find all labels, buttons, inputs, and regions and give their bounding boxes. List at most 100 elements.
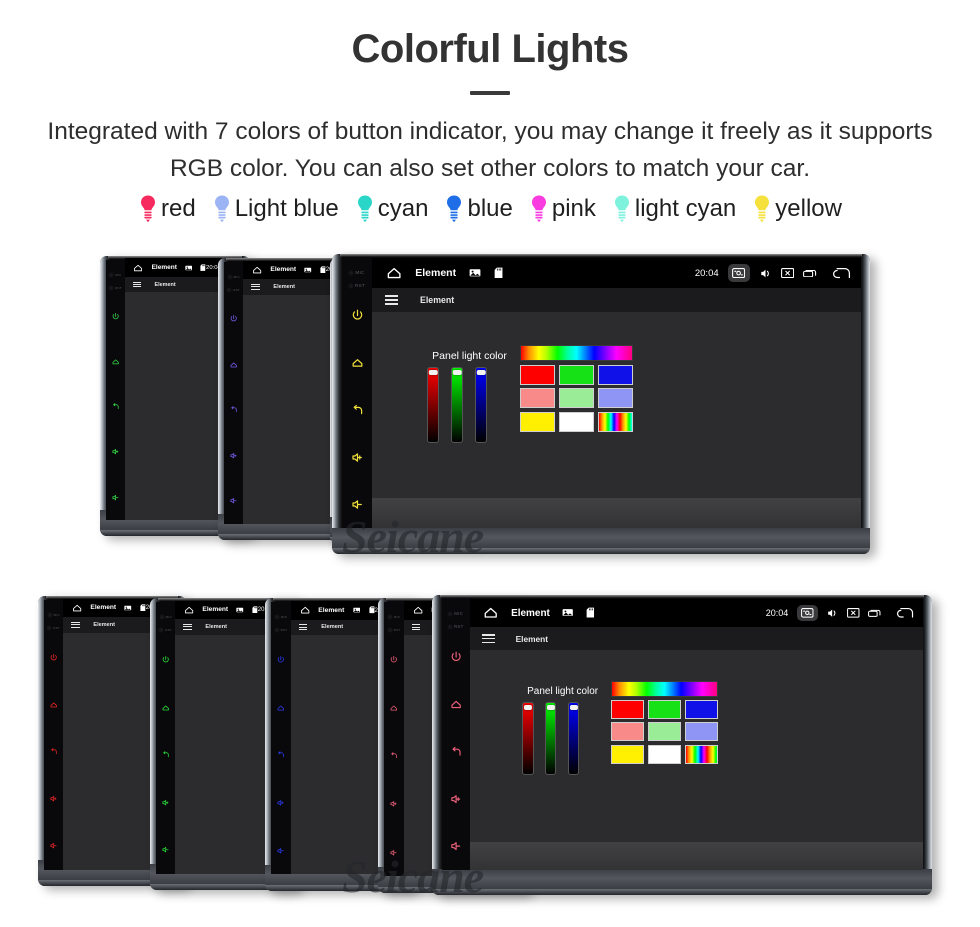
volume-up-button[interactable] bbox=[389, 780, 399, 828]
volume-down-button[interactable] bbox=[161, 826, 170, 874]
status-home-button[interactable] bbox=[386, 265, 402, 281]
red-slider-thumb[interactable] bbox=[523, 705, 532, 710]
status-gallery-button[interactable] bbox=[304, 267, 312, 273]
hamburger-menu-icon[interactable] bbox=[482, 634, 495, 644]
back-button[interactable] bbox=[229, 387, 238, 433]
home-button[interactable] bbox=[161, 684, 170, 732]
hamburger-menu-icon[interactable] bbox=[411, 624, 421, 631]
hamburger-menu-icon[interactable] bbox=[298, 624, 308, 631]
green-slider[interactable] bbox=[451, 367, 463, 443]
back-arrow-icon[interactable] bbox=[896, 607, 914, 619]
status-back-button[interactable] bbox=[896, 607, 914, 619]
recents-icon[interactable] bbox=[803, 269, 817, 278]
green-slider[interactable] bbox=[545, 702, 557, 775]
green-slider-thumb[interactable] bbox=[452, 370, 462, 375]
red-swatch[interactable] bbox=[610, 699, 644, 719]
volume-down-button[interactable] bbox=[276, 827, 286, 875]
volume-up-button[interactable] bbox=[350, 434, 365, 481]
gallery-icon[interactable] bbox=[124, 605, 132, 611]
home-button[interactable] bbox=[229, 342, 238, 388]
status-screenshot-button[interactable] bbox=[796, 604, 818, 622]
home-icon[interactable] bbox=[133, 263, 143, 273]
screenshot-icon[interactable] bbox=[801, 608, 814, 618]
close-window-icon[interactable] bbox=[847, 608, 860, 618]
home-button[interactable] bbox=[276, 684, 286, 732]
status-home-button[interactable] bbox=[184, 605, 194, 615]
blue-slider-thumb[interactable] bbox=[476, 370, 486, 375]
gallery-icon[interactable] bbox=[353, 607, 361, 613]
home-button[interactable] bbox=[111, 339, 120, 384]
volume-up-button[interactable] bbox=[449, 775, 463, 822]
white-swatch[interactable] bbox=[559, 411, 594, 432]
status-home-button[interactable] bbox=[133, 263, 143, 273]
status-gallery-button[interactable] bbox=[353, 607, 361, 613]
red-slider[interactable] bbox=[522, 702, 534, 775]
lightgreen-swatch[interactable] bbox=[647, 722, 681, 742]
home-icon[interactable] bbox=[72, 603, 82, 613]
sdcard-icon[interactable] bbox=[494, 267, 503, 279]
volume-up-button[interactable] bbox=[161, 779, 170, 827]
volume-down-button[interactable] bbox=[229, 478, 238, 524]
reset-hole[interactable]: RST bbox=[109, 281, 122, 294]
status-close-button[interactable] bbox=[847, 608, 860, 618]
back-button[interactable] bbox=[389, 732, 399, 780]
volume-down-button[interactable] bbox=[49, 823, 58, 870]
blue-slider-thumb[interactable] bbox=[569, 705, 578, 710]
status-volume-button[interactable] bbox=[759, 267, 772, 280]
reset-hole[interactable]: RST bbox=[227, 283, 240, 296]
gallery-icon[interactable] bbox=[236, 607, 244, 613]
back-button[interactable] bbox=[276, 731, 286, 779]
volume-up-button[interactable] bbox=[111, 430, 120, 475]
red-slider[interactable] bbox=[427, 367, 439, 443]
status-recents-button[interactable] bbox=[868, 609, 881, 617]
home-icon[interactable] bbox=[413, 605, 423, 615]
status-screenshot-button[interactable] bbox=[727, 264, 750, 282]
gallery-icon[interactable] bbox=[185, 265, 192, 271]
home-button[interactable] bbox=[350, 339, 365, 386]
sdcard-icon[interactable] bbox=[586, 607, 595, 618]
salmon-swatch[interactable] bbox=[610, 722, 644, 742]
hamburger-menu-icon[interactable] bbox=[132, 281, 141, 288]
back-button[interactable] bbox=[111, 384, 120, 429]
lightgreen-swatch[interactable] bbox=[559, 388, 594, 408]
rainbow-stripe-swatch[interactable] bbox=[598, 411, 633, 432]
power-button[interactable] bbox=[111, 294, 120, 339]
volume-up-button[interactable] bbox=[229, 433, 238, 479]
volume-down-button[interactable] bbox=[350, 481, 365, 528]
back-button[interactable] bbox=[449, 728, 463, 775]
home-icon[interactable] bbox=[483, 605, 498, 620]
red-swatch[interactable] bbox=[520, 364, 555, 385]
close-window-icon[interactable] bbox=[780, 267, 794, 279]
white-swatch[interactable] bbox=[647, 744, 681, 764]
status-volume-button[interactable] bbox=[826, 607, 838, 619]
status-gallery-button[interactable] bbox=[124, 605, 132, 611]
hamburger-menu-icon[interactable] bbox=[251, 283, 260, 290]
status-home-button[interactable] bbox=[483, 605, 498, 620]
blue-swatch[interactable] bbox=[598, 364, 633, 385]
back-button[interactable] bbox=[161, 731, 170, 779]
status-home-button[interactable] bbox=[72, 603, 82, 613]
volume-up-button[interactable] bbox=[276, 779, 286, 827]
volume-icon[interactable] bbox=[759, 267, 772, 280]
status-sdcard-button[interactable] bbox=[586, 607, 595, 618]
green-swatch[interactable] bbox=[647, 699, 681, 719]
home-icon[interactable] bbox=[300, 605, 310, 615]
status-recents-button[interactable] bbox=[803, 269, 817, 278]
blue-swatch[interactable] bbox=[684, 699, 718, 719]
recents-icon[interactable] bbox=[868, 609, 881, 617]
power-button[interactable] bbox=[49, 634, 58, 681]
power-button[interactable] bbox=[161, 636, 170, 684]
reset-hole[interactable]: RST bbox=[274, 623, 288, 636]
home-icon[interactable] bbox=[386, 265, 402, 281]
gallery-icon[interactable] bbox=[304, 267, 312, 273]
status-back-button[interactable] bbox=[832, 267, 851, 280]
power-button[interactable] bbox=[276, 636, 286, 684]
reset-hole[interactable]: RST bbox=[447, 620, 464, 633]
power-button[interactable] bbox=[229, 296, 238, 342]
status-home-button[interactable] bbox=[252, 265, 262, 275]
red-slider-thumb[interactable] bbox=[428, 370, 438, 375]
salmon-swatch[interactable] bbox=[520, 388, 555, 408]
status-home-button[interactable] bbox=[300, 605, 310, 615]
volume-up-button[interactable] bbox=[49, 775, 58, 822]
rainbow-stripe-swatch[interactable] bbox=[684, 744, 718, 764]
